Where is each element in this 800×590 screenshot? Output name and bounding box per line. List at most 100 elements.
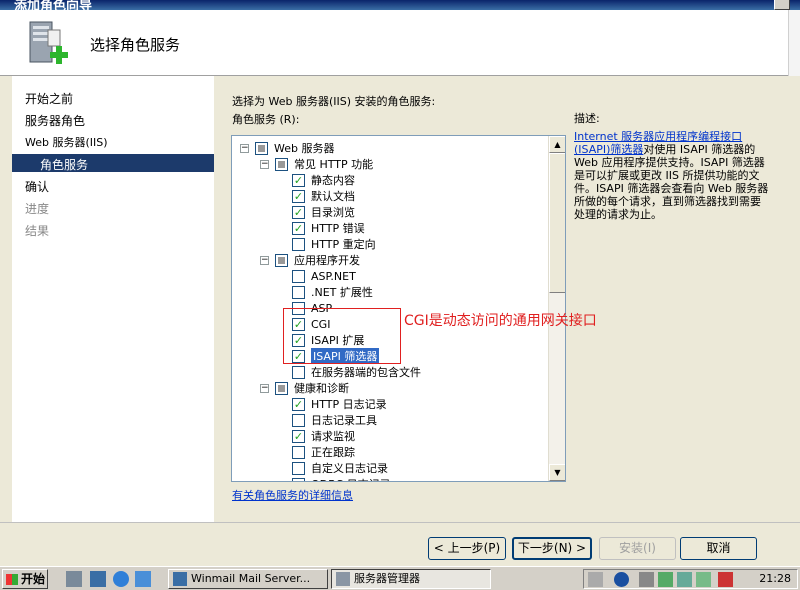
tree-item[interactable]: ✓ 目录浏览 <box>292 204 355 220</box>
tree-item[interactable]: ✓ 请求监视 <box>292 428 355 444</box>
tree-scrollbar[interactable]: ▲ ▼ <box>548 136 565 481</box>
tree-item[interactable]: ✓ 默认文档 <box>292 188 355 204</box>
winmail-icon <box>173 572 187 586</box>
annotation-box <box>283 308 401 364</box>
step-before-you-begin[interactable]: 开始之前 <box>25 90 73 107</box>
checkbox[interactable]: ✓ <box>292 189 305 203</box>
tree-item-label: 自定义日志记录 <box>311 462 388 475</box>
update-icon[interactable] <box>696 572 711 587</box>
cancel-button[interactable]: 取消 <box>680 537 757 560</box>
collapse-icon[interactable]: − <box>260 383 269 393</box>
scroll-down-button[interactable]: ▼ <box>549 464 565 481</box>
step-web-server-iis[interactable]: Web 服务器(IIS) <box>25 134 108 150</box>
checkbox[interactable] <box>292 237 305 251</box>
tree-item[interactable]: − 健康和诊断 <box>260 380 349 396</box>
checkbox[interactable] <box>292 269 305 283</box>
description-label: 描述: <box>574 112 600 125</box>
help-icon[interactable] <box>614 572 629 587</box>
checkbox[interactable]: ✓ <box>292 173 305 187</box>
next-button[interactable]: 下一步(N) > <box>512 537 592 560</box>
tree-item[interactable]: ✓ HTTP 日志记录 <box>292 396 387 412</box>
security-icon[interactable] <box>677 572 692 587</box>
checkbox[interactable] <box>275 157 288 171</box>
step-server-roles[interactable]: 服务器角色 <box>25 112 85 129</box>
checkbox[interactable] <box>292 365 305 379</box>
volume-muted-icon[interactable] <box>718 572 733 587</box>
server-manager-quicklaunch-icon[interactable] <box>66 571 82 587</box>
tree-item-label: 请求监视 <box>311 430 355 443</box>
scroll-up-button[interactable]: ▲ <box>549 136 565 153</box>
server-status-icon[interactable] <box>658 572 673 587</box>
start-label: 开始 <box>21 572 46 586</box>
tree-item[interactable]: − Web 服务器 <box>240 140 334 156</box>
checkbox[interactable]: ✓ <box>292 205 305 219</box>
start-button[interactable]: 开始 <box>2 569 48 589</box>
header-scrollbar[interactable] <box>788 10 800 76</box>
tree-item-label: 在服务器端的包含文件 <box>311 366 421 379</box>
scroll-thumb[interactable] <box>549 153 565 293</box>
wizard-steps: 开始之前 服务器角色 Web 服务器(IIS) 角色服务 确认 进度 结果 <box>12 76 214 522</box>
tree-item[interactable]: .NET 扩展性 <box>292 284 373 300</box>
clock: 21:28 <box>759 572 791 585</box>
quicklaunch-app-icon[interactable] <box>135 571 151 587</box>
tree-item[interactable]: ODBC 日志记录 <box>292 476 391 481</box>
role-services-label: 角色服务 (R): <box>232 113 300 126</box>
checkbox[interactable]: ✓ <box>292 221 305 235</box>
tree-item[interactable]: ✓ 静态内容 <box>292 172 355 188</box>
checkbox[interactable] <box>292 285 305 299</box>
content-pane: 选择为 Web 服务器(IIS) 安装的角色服务: 角色服务 (R): − Web… <box>216 76 800 522</box>
checkbox[interactable] <box>292 413 305 427</box>
collapse-icon[interactable]: − <box>260 255 269 265</box>
tree-item[interactable]: − 常见 HTTP 功能 <box>260 156 373 172</box>
tree-item-label: HTTP 日志记录 <box>311 398 387 411</box>
system-tray: 21:28 <box>583 569 798 589</box>
tree-item[interactable]: ✓ HTTP 错误 <box>292 220 365 236</box>
task-winmail[interactable]: Winmail Mail Server... <box>168 569 328 589</box>
tree-item[interactable]: HTTP 重定向 <box>292 236 376 252</box>
tree-item-label: 正在跟踪 <box>311 446 355 459</box>
back-button[interactable]: < 上一步(P) <box>428 537 506 560</box>
tree-item[interactable]: 自定义日志记录 <box>292 460 388 476</box>
checkbox[interactable] <box>292 461 305 475</box>
tree-item[interactable]: 正在跟踪 <box>292 444 355 460</box>
internet-explorer-icon[interactable] <box>113 571 129 587</box>
more-info-link[interactable]: 有关角色服务的详细信息 <box>232 487 353 503</box>
page-title: 选择角色服务 <box>90 36 181 54</box>
close-button[interactable] <box>774 0 790 10</box>
tree-item-label: 日志记录工具 <box>311 414 377 427</box>
checkbox[interactable] <box>275 253 288 267</box>
install-button: 安装(I) <box>599 537 676 560</box>
keyboard-icon[interactable] <box>588 572 603 587</box>
tree-item[interactable]: 在服务器端的包含文件 <box>292 364 421 380</box>
task-server-manager-label: 服务器管理器 <box>354 572 420 585</box>
windows-logo-icon <box>6 574 18 585</box>
checkbox[interactable] <box>275 381 288 395</box>
tree-item[interactable]: − 应用程序开发 <box>260 252 360 268</box>
tree-item-label: 应用程序开发 <box>294 254 360 267</box>
checkbox[interactable]: ✓ <box>292 429 305 443</box>
checkbox[interactable] <box>292 477 305 481</box>
tree-item-label: ASP.NET <box>311 269 356 283</box>
taskbar: 开始 Winmail Mail Server... 服务器管理器 21:28 <box>0 566 800 590</box>
tree-item-label: .NET 扩展性 <box>311 286 373 299</box>
title-bar[interactable]: 添加角色向导 <box>0 0 800 10</box>
collapse-icon[interactable]: − <box>260 159 269 169</box>
checkbox[interactable] <box>255 141 268 155</box>
task-server-manager[interactable]: 服务器管理器 <box>331 569 491 589</box>
server-add-icon <box>29 21 68 64</box>
step-confirmation[interactable]: 确认 <box>25 178 49 195</box>
tree-item-label: ODBC 日志记录 <box>311 476 391 481</box>
collapse-icon[interactable]: − <box>240 143 249 153</box>
tree-item[interactable]: 日志记录工具 <box>292 412 377 428</box>
wizard-header: 选择角色服务 <box>0 10 800 76</box>
checkbox[interactable]: ✓ <box>292 397 305 411</box>
tree-item[interactable]: ASP.NET <box>292 268 356 284</box>
description-body: Internet 服务器应用程序编程接口(ISAPI)筛选器对使用 ISAPI … <box>574 130 770 221</box>
step-role-services[interactable]: 角色服务 <box>12 154 214 172</box>
checkbox[interactable] <box>292 445 305 459</box>
network-icon[interactable] <box>639 572 654 587</box>
show-desktop-icon[interactable] <box>90 571 106 587</box>
server-manager-icon <box>336 572 350 586</box>
tree-item-label: Web 服务器 <box>274 142 335 155</box>
tree-item-label: 静态内容 <box>311 174 355 187</box>
